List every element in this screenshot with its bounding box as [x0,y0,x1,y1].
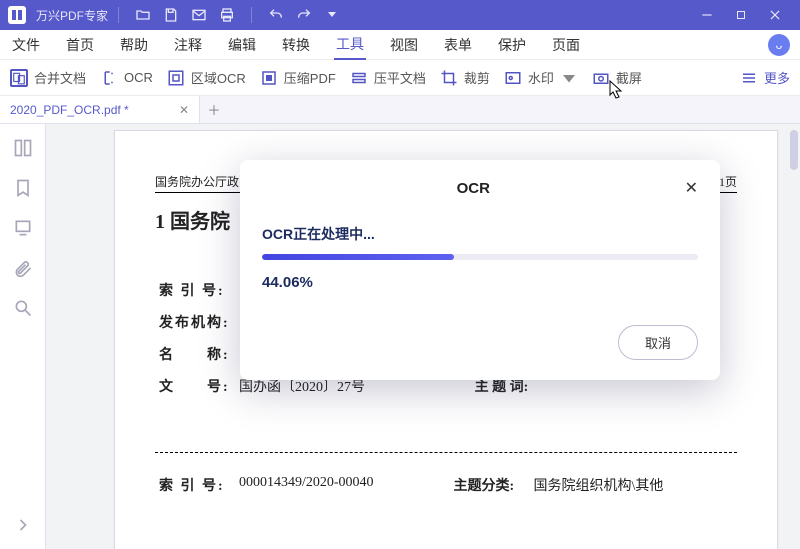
search-icon[interactable] [13,298,33,318]
progress-bar-fill [262,254,454,260]
tool-more[interactable]: 更多 [740,68,790,87]
menu-protect[interactable]: 保护 [496,31,528,59]
tool-screenshot-label: 截屏 [616,68,642,87]
menu-annot[interactable]: 注释 [172,31,204,59]
cancel-button[interactable]: 取消 [618,325,698,360]
tool-compress[interactable]: 压缩PDF [260,68,336,87]
window-minimize-button[interactable] [690,0,724,30]
meta-key: 索 引 号: [155,469,235,501]
dialog-status-text: OCR正在处理中... [262,224,698,244]
save-icon[interactable] [163,7,179,23]
dialog-title: OCR [262,180,685,197]
meta-key: 主题分类: [450,469,530,501]
tool-flatten-label: 压平文档 [374,68,426,87]
quick-access-dropdown-icon[interactable] [324,7,340,23]
tool-merge-label: 合并文档 [34,68,86,87]
user-avatar[interactable]: ᴗ [768,34,790,56]
dialog-close-icon[interactable]: ✕ [685,178,698,198]
annotations-icon[interactable] [13,218,33,238]
menu-form[interactable]: 表单 [442,31,474,59]
meta-key: 名 称: [155,338,235,370]
doc-meta-table-2: 索 引 号: 000014349/2020-00040 主题分类: 国务院组织机… [155,469,737,501]
tool-crop-label: 裁剪 [464,68,490,87]
tool-area-ocr-label: 区域OCR [191,68,246,87]
scrollbar-thumb[interactable] [790,130,798,170]
progress-percent-text: 44.06% [262,274,698,291]
print-icon[interactable] [219,7,235,23]
table-row: 索 引 号: 000014349/2020-00040 主题分类: 国务院组织机… [155,469,737,501]
ocr-progress-dialog: OCR ✕ OCR正在处理中... 44.06% 取消 [240,160,720,380]
tool-ocr[interactable]: OCR [100,69,153,87]
tool-compress-label: 压缩PDF [284,68,336,87]
dashed-separator [155,452,737,453]
menu-help[interactable]: 帮助 [118,31,150,59]
title-bar: 万兴PDF专家 [0,0,800,30]
menu-view[interactable]: 视图 [388,31,420,59]
tool-flatten[interactable]: 压平文档 [350,68,426,87]
attachment-icon[interactable] [13,258,33,278]
tool-screenshot[interactable]: 截屏 [592,68,642,87]
tool-crop[interactable]: 裁剪 [440,68,490,87]
meta-val: 000014349/2020-00040 [235,469,450,501]
new-tab-button[interactable]: ＋ [200,96,228,123]
tab-close-icon[interactable]: ✕ [179,103,189,117]
menu-convert[interactable]: 转换 [280,31,312,59]
menu-tools[interactable]: 工具 [334,30,366,60]
mail-icon[interactable] [191,7,207,23]
tool-merge[interactable]: 合并文档 [10,68,86,87]
tools-toolbar: 合并文档 OCR 区域OCR 压缩PDF 压平文档 裁剪 水印 截屏 更多 [0,60,800,96]
sidebar-collapse-icon[interactable] [13,515,33,535]
app-name: 万兴PDF专家 [36,7,108,24]
titlebar-separator [251,7,252,23]
tool-watermark-label: 水印 [528,68,554,87]
meta-key: 索 引 号: [155,274,235,306]
menu-file[interactable]: 文件 [10,31,42,59]
tool-more-label: 更多 [764,68,790,87]
redo-icon[interactable] [296,7,312,23]
window-close-button[interactable] [758,0,792,30]
folder-open-icon[interactable] [135,7,151,23]
bookmark-icon[interactable] [13,178,33,198]
vertical-scrollbar[interactable] [790,130,798,543]
tool-watermark[interactable]: 水印 [504,68,578,87]
menu-bar: 文件 首页 帮助 注释 编辑 转换 工具 视图 表单 保护 页面 ᴗ [0,30,800,60]
app-logo [8,6,26,24]
thumbnails-icon[interactable] [13,138,33,158]
tab-strip: 2020_PDF_OCR.pdf * ✕ ＋ [0,96,800,124]
meta-key: 发布机构: [155,306,235,338]
menu-page[interactable]: 页面 [550,31,582,59]
tool-ocr-label: OCR [124,70,153,85]
left-sidebar [0,124,46,549]
meta-val: 国务院组织机构\其他 [530,469,738,501]
tool-area-ocr[interactable]: 区域OCR [167,68,246,87]
window-maximize-button[interactable] [724,0,758,30]
document-tab[interactable]: 2020_PDF_OCR.pdf * ✕ [0,96,200,123]
menu-edit[interactable]: 编辑 [226,31,258,59]
undo-icon[interactable] [268,7,284,23]
menu-home[interactable]: 首页 [64,31,96,59]
page-header-left: 国务院办公厅政 [155,173,239,190]
meta-key: 文 号: [155,370,235,402]
document-tab-label: 2020_PDF_OCR.pdf * [10,103,129,117]
progress-bar [262,254,698,260]
titlebar-separator [118,7,119,23]
